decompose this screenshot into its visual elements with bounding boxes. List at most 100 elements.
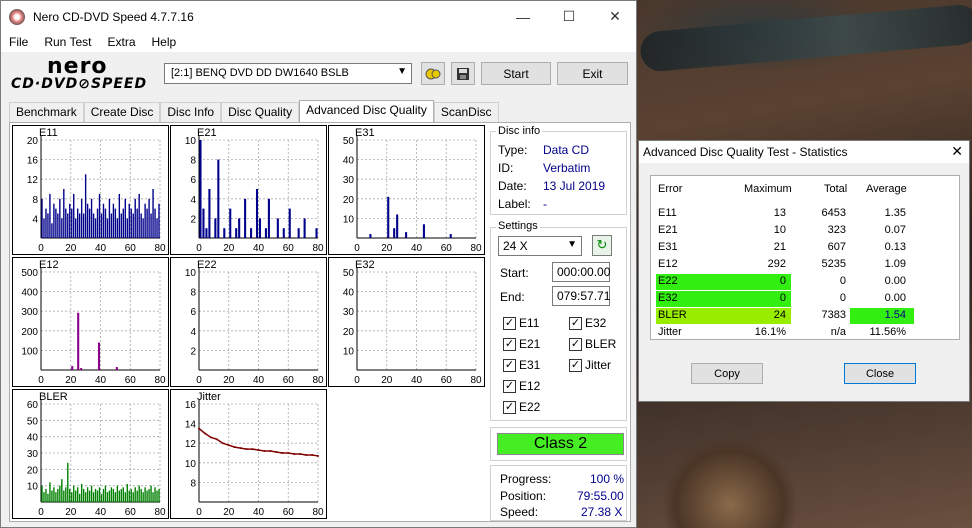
drive-select[interactable]: [2:1] BENQ DVD DD DW1640 BSLB ▼ [164, 63, 412, 84]
end-input[interactable]: 079:57.71 [552, 286, 610, 306]
x-tick-label: 60 [125, 243, 137, 254]
chart-bar [78, 493, 81, 502]
eject-button[interactable] [421, 62, 445, 85]
chart-bar [59, 485, 61, 502]
checkbox-jitter[interactable]: ✓ Jitter [569, 358, 611, 372]
id-value: Verbatim [543, 161, 591, 175]
chart-point [198, 427, 200, 430]
checkbox-e21[interactable]: ✓ E21 [503, 337, 540, 351]
cell-total: 0 [839, 275, 846, 287]
tab-scandisc[interactable]: ScanDisc [433, 102, 499, 122]
table-row: E31 21 607 0.13 [656, 240, 956, 256]
exit-button[interactable]: Exit [557, 62, 628, 85]
start-button[interactable]: Start [481, 62, 551, 85]
chart-bar [156, 490, 158, 502]
checkbox-e12[interactable]: ✓ E12 [503, 379, 540, 393]
chart-svg: 10 20 30 40 50 0 20 40 60 80 [343, 268, 482, 386]
chart-bar [114, 492, 117, 502]
checkbox-e31[interactable]: ✓ E31 [503, 358, 540, 372]
checkbox-e11[interactable]: ✓ E11 [503, 316, 539, 330]
x-tick-label: 20 [381, 375, 393, 386]
menu-help[interactable]: Help [144, 35, 185, 49]
cell-error: E21 [658, 224, 678, 236]
chart-bar [77, 312, 80, 370]
chart-bar [82, 213, 85, 238]
menu-run-test[interactable]: Run Test [36, 35, 99, 49]
position-value: 79:55.00 [577, 489, 624, 503]
cell-total: 607 [827, 241, 846, 253]
chart-bar [47, 493, 49, 502]
chart-point [203, 432, 206, 435]
y-tick-label: 10 [185, 268, 197, 279]
header-average: Average [866, 183, 907, 195]
chart-bar [104, 208, 107, 238]
y-tick-label: 20 [27, 136, 39, 147]
chart-point [227, 444, 230, 447]
date-value: 13 Jul 2019 [543, 179, 606, 193]
copy-button[interactable]: Copy [691, 363, 763, 384]
chart-bar [297, 228, 300, 238]
tab-disc-info[interactable]: Disc Info [160, 102, 222, 122]
x-tick-label: 40 [411, 243, 423, 254]
chart-point [305, 453, 308, 456]
tab-advanced-disc-quality[interactable]: Advanced Disc Quality [299, 100, 434, 122]
chart-bar [97, 342, 101, 370]
x-tick-label: 20 [65, 375, 77, 386]
cell-error: E12 [658, 258, 678, 270]
title-bar: Nero CD-DVD Speed 4.7.7.16 — ☐ ✕ [1, 1, 636, 32]
chart-e31: 10 20 30 40 50 0 20 40 60 80 E31 [328, 125, 485, 255]
checkbox-e22[interactable]: ✓ E22 [503, 400, 540, 414]
header-maximum: Maximum [744, 183, 792, 195]
chart-title: BLER [39, 391, 68, 403]
chart-point [215, 438, 218, 441]
chart-bar [112, 488, 115, 502]
chart-point [281, 452, 284, 454]
y-tick-label: 20 [27, 465, 39, 476]
chart-bar [57, 213, 59, 238]
chart-bar [82, 488, 85, 502]
chart-bar [63, 189, 65, 238]
chart-bar [108, 198, 111, 238]
x-tick-label: 40 [411, 375, 423, 386]
minimize-icon[interactable]: — [500, 1, 546, 32]
close-icon[interactable]: ✕ [951, 143, 963, 160]
y-tick-label: 8 [32, 195, 38, 206]
chart-bar [94, 218, 97, 238]
tab-disc-quality[interactable]: Disc Quality [221, 102, 300, 122]
checkbox-e32[interactable]: ✓ E32 [569, 316, 606, 330]
app-icon [9, 8, 25, 25]
chart-bar [124, 198, 126, 238]
y-tick-label: 2 [190, 214, 196, 225]
maximize-icon[interactable]: ☐ [546, 1, 592, 32]
y-tick-label: 12 [27, 175, 39, 186]
table-row: E12 292 5235 1.09 [656, 257, 956, 273]
chart-bar [55, 492, 57, 502]
menu-file[interactable]: File [1, 35, 36, 49]
chart-bar [148, 198, 150, 238]
x-tick-label: 0 [196, 375, 202, 386]
menu-extra[interactable]: Extra [99, 35, 143, 49]
tab-benchmark[interactable]: Benchmark [9, 102, 84, 122]
chart-bar [57, 488, 59, 502]
start-input[interactable]: 000:00.00 [552, 262, 610, 282]
cell-maximum: 16.1% [754, 326, 786, 338]
chart-point [275, 451, 278, 454]
chart-bar [59, 198, 61, 238]
x-tick-label: 20 [223, 507, 235, 518]
close-button[interactable]: Close [844, 363, 916, 384]
cell-error: E11 [658, 207, 677, 219]
refresh-button[interactable]: ↻ [592, 235, 612, 256]
save-button[interactable] [451, 62, 475, 85]
chart-bar [120, 213, 123, 238]
chart-bar [80, 368, 83, 370]
tab-create-disc[interactable]: Create Disc [83, 102, 161, 122]
close-icon[interactable]: ✕ [592, 1, 638, 32]
y-tick-label: 10 [185, 136, 197, 147]
chart-title: Jitter [197, 391, 221, 403]
speed-select[interactable]: 24 X ▼ [498, 236, 582, 256]
table-row: E11 13 6453 1.35 [656, 206, 956, 222]
chart-bar [106, 492, 109, 502]
x-tick-label: 60 [441, 375, 453, 386]
chart-bar [75, 218, 77, 238]
checkbox-bler[interactable]: ✓ BLER [569, 337, 616, 351]
